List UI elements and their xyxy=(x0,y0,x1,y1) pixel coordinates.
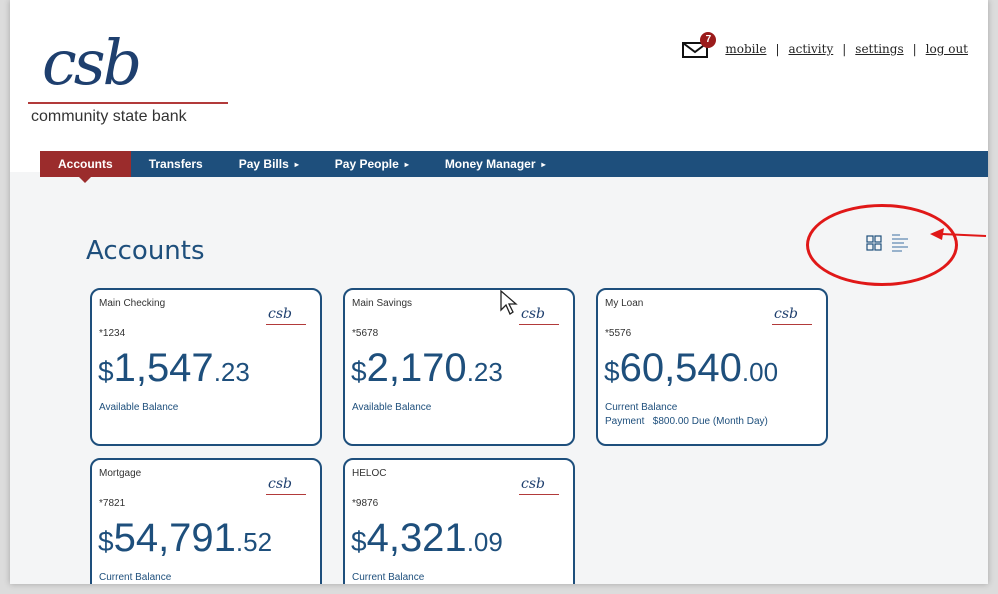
balance-label: Current Balance xyxy=(605,402,678,413)
logo-tagline: community state bank xyxy=(31,108,187,125)
balance-whole: 2,170 xyxy=(366,346,467,390)
balance-whole: 60,540 xyxy=(619,346,742,390)
currency-symbol: $ xyxy=(351,356,367,387)
nav-label: Pay Bills xyxy=(238,157,289,171)
nav-label: Money Manager xyxy=(444,157,536,171)
currency-symbol: $ xyxy=(98,526,114,557)
nav-pay-bills[interactable]: Pay Bills ▸ xyxy=(221,151,317,177)
mobile-link[interactable]: mobile xyxy=(725,42,766,56)
balance-cents: .09 xyxy=(466,527,503,557)
caret-right-icon: ▸ xyxy=(541,159,546,169)
settings-link[interactable]: settings xyxy=(855,42,903,56)
balance-cents: .23 xyxy=(213,357,250,387)
card-logo: csb xyxy=(266,476,306,495)
account-name: HELOC xyxy=(352,468,387,479)
account-number: *1234 xyxy=(99,328,126,339)
account-number: *5678 xyxy=(352,328,379,339)
balance-label: Current Balance xyxy=(99,572,172,583)
browser-frame: csb community state bank 7 mobile | acti… xyxy=(10,0,988,584)
account-card-heloc[interactable]: HELOC *9876 csb $4,321.09 Current Balanc… xyxy=(343,458,575,584)
balance-whole: 54,791 xyxy=(113,516,236,560)
caret-right-icon: ▸ xyxy=(404,159,409,169)
card-logo: csb xyxy=(772,306,812,325)
balance-amount: $1,547.23 xyxy=(98,348,250,388)
account-card-main-checking[interactable]: Main Checking *1234 csb $1,547.23 Availa… xyxy=(90,288,322,446)
view-toggle xyxy=(866,233,912,253)
unread-count-badge: 7 xyxy=(700,32,717,48)
payment-due: Payment $800.00 Due (Month Day) xyxy=(605,416,768,427)
messages-button[interactable]: 7 xyxy=(682,32,717,58)
account-name: My Loan xyxy=(605,298,644,309)
balance-amount: $60,540.00 xyxy=(604,348,778,388)
account-card-mortgage[interactable]: Mortgage *7821 csb $54,791.52 Current Ba… xyxy=(90,458,322,584)
currency-symbol: $ xyxy=(351,526,367,557)
currency-symbol: $ xyxy=(604,356,620,387)
balance-label: Available Balance xyxy=(352,402,432,413)
account-number: *9876 xyxy=(352,498,379,509)
mouse-pointer-icon xyxy=(500,290,518,315)
card-logo: csb xyxy=(266,306,306,325)
grid-view-icon[interactable] xyxy=(866,235,882,251)
balance-amount: $4,321.09 xyxy=(351,518,503,558)
balance-amount: $2,170.23 xyxy=(351,348,503,388)
nav-accounts[interactable]: Accounts xyxy=(40,151,131,183)
balance-cents: .23 xyxy=(466,357,503,387)
card-logo: csb xyxy=(519,306,559,325)
balance-whole: 4,321 xyxy=(366,516,467,560)
logo-divider xyxy=(28,102,228,104)
account-name: Main Checking xyxy=(99,298,166,309)
annotation-arrow-icon xyxy=(930,228,987,240)
account-name: Main Savings xyxy=(352,298,413,309)
main-nav: Accounts Transfers Pay Bills ▸ Pay Peopl… xyxy=(40,151,988,183)
balance-label: Current Balance xyxy=(352,572,425,583)
balance-amount: $54,791.52 xyxy=(98,518,272,558)
link-separator: | xyxy=(912,42,917,56)
balance-whole: 1,547 xyxy=(113,346,214,390)
card-logo: csb xyxy=(519,476,559,495)
nav-label: Transfers xyxy=(148,157,203,171)
link-separator: | xyxy=(775,42,780,56)
nav-label: Accounts xyxy=(58,157,113,171)
caret-right-icon: ▸ xyxy=(294,159,299,169)
utility-links: 7 mobile | activity | settings | log out xyxy=(682,32,968,58)
account-name: Mortgage xyxy=(99,468,142,479)
account-number: *7821 xyxy=(99,498,126,509)
list-view-icon[interactable] xyxy=(890,233,912,253)
nav-label: Pay People xyxy=(334,157,399,171)
activity-link[interactable]: activity xyxy=(788,42,833,56)
log-out-link[interactable]: log out xyxy=(926,42,968,56)
account-card-main-savings[interactable]: Main Savings *5678 csb $2,170.23 Availab… xyxy=(343,288,575,446)
currency-symbol: $ xyxy=(98,356,114,387)
logo-mark: csb xyxy=(42,26,142,99)
nav-transfers[interactable]: Transfers xyxy=(131,151,221,177)
balance-cents: .00 xyxy=(741,357,779,387)
account-number: *5576 xyxy=(605,328,632,339)
bank-logo[interactable]: csb community state bank xyxy=(28,30,238,135)
nav-pay-people[interactable]: Pay People ▸ xyxy=(317,151,427,177)
balance-label: Available Balance xyxy=(99,402,179,413)
balance-cents: .52 xyxy=(235,527,273,557)
nav-money-manager[interactable]: Money Manager ▸ xyxy=(427,151,564,177)
link-separator: | xyxy=(842,42,847,56)
account-card-my-loan[interactable]: My Loan *5576 csb $60,540.00 Current Bal… xyxy=(596,288,828,446)
page-title: Accounts xyxy=(86,236,205,266)
